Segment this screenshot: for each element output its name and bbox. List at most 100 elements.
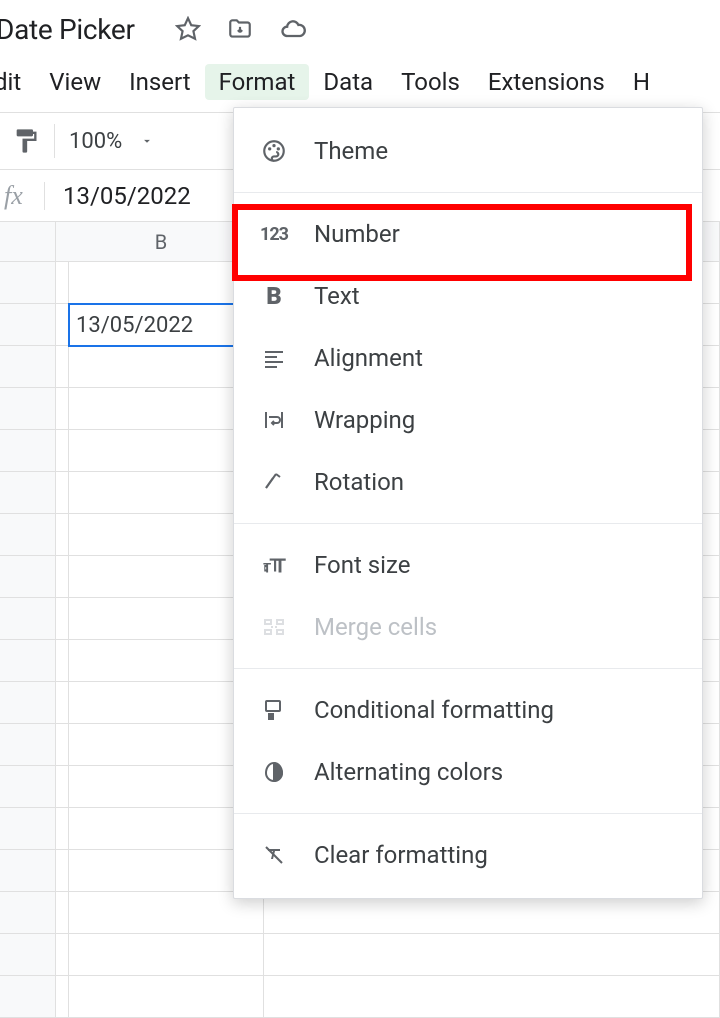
dropdown-divider <box>234 668 702 669</box>
formula-value[interactable]: 13/05/2022 <box>63 182 191 210</box>
dropdown-divider <box>234 523 702 524</box>
bold-icon: B <box>258 280 290 312</box>
format-font-size-label: Font size <box>314 551 410 579</box>
format-alternating-colors[interactable]: Alternating colors <box>234 741 702 803</box>
fx-separator <box>44 182 45 210</box>
format-dropdown: Theme 123 Number B Text Alignment Wrappi… <box>233 107 703 899</box>
row-header[interactable] <box>0 766 56 808</box>
cell[interactable] <box>56 766 69 808</box>
format-alignment-label: Alignment <box>314 344 423 372</box>
format-text-label: Text <box>314 282 360 310</box>
row-header[interactable] <box>0 598 56 640</box>
row-header[interactable] <box>0 724 56 766</box>
document-title[interactable]: Date Picker <box>0 13 135 46</box>
format-alignment[interactable]: Alignment <box>234 327 702 389</box>
column-header-a-partial[interactable] <box>56 222 64 262</box>
rotation-icon <box>258 466 290 498</box>
paint-format-icon[interactable] <box>12 127 40 155</box>
format-merge-cells-label: Merge cells <box>314 613 437 641</box>
cell[interactable] <box>56 892 69 934</box>
format-merge-cells: Merge cells <box>234 596 702 658</box>
cell[interactable] <box>56 850 69 892</box>
zoom-select[interactable]: 100% <box>69 129 154 154</box>
merge-cells-icon <box>258 611 290 643</box>
format-font-size[interactable]: TT Font size <box>234 534 702 596</box>
cell[interactable] <box>56 556 69 598</box>
star-icon[interactable] <box>175 16 201 42</box>
format-number[interactable]: 123 Number <box>234 203 702 265</box>
dropdown-divider <box>234 813 702 814</box>
row-header-2[interactable] <box>0 304 56 346</box>
font-size-icon: TT <box>258 549 290 581</box>
row-header[interactable] <box>0 556 56 598</box>
row-header[interactable] <box>0 346 56 388</box>
row-header[interactable] <box>0 430 56 472</box>
cell[interactable] <box>264 934 720 976</box>
title-icons <box>175 15 307 43</box>
number-icon: 123 <box>258 218 290 250</box>
cloud-status-icon[interactable] <box>279 15 307 43</box>
cell[interactable] <box>56 934 69 976</box>
column-header-b[interactable]: B <box>64 222 259 262</box>
row-header[interactable] <box>0 976 56 1018</box>
menu-view[interactable]: View <box>35 64 115 100</box>
cell[interactable] <box>69 934 264 976</box>
format-conditional-formatting[interactable]: Conditional formatting <box>234 679 702 741</box>
menu-data[interactable]: Data <box>309 64 387 100</box>
menu-insert[interactable]: Insert <box>115 64 204 100</box>
menu-format[interactable]: Format <box>205 64 310 100</box>
format-wrapping[interactable]: Wrapping <box>234 389 702 451</box>
row-header[interactable] <box>0 388 56 430</box>
menu-help[interactable]: H <box>619 64 650 100</box>
cell[interactable] <box>56 430 69 472</box>
cell[interactable] <box>56 682 69 724</box>
cell[interactable] <box>56 640 69 682</box>
row-header[interactable] <box>0 850 56 892</box>
row <box>0 976 720 1018</box>
cell[interactable] <box>56 976 69 1018</box>
alignment-icon <box>258 342 290 374</box>
row-header[interactable] <box>0 514 56 556</box>
format-alternating-colors-label: Alternating colors <box>314 758 503 786</box>
chevron-down-icon <box>140 134 154 148</box>
format-number-label: Number <box>314 220 400 248</box>
row-header[interactable] <box>0 934 56 976</box>
format-clear-formatting[interactable]: Clear formatting <box>234 824 702 886</box>
conditional-formatting-icon <box>258 694 290 726</box>
menu-tools[interactable]: Tools <box>387 64 474 100</box>
svg-text:T: T <box>274 555 286 578</box>
menu-edit[interactable]: dit <box>0 64 35 100</box>
cell[interactable] <box>56 724 69 766</box>
format-text[interactable]: B Text <box>234 265 702 327</box>
zoom-value: 100% <box>69 129 122 154</box>
menu-bar: dit View Insert Format Data Tools Extens… <box>0 50 720 112</box>
cell[interactable] <box>56 598 69 640</box>
format-theme[interactable]: Theme <box>234 120 702 182</box>
cell[interactable] <box>264 976 720 1018</box>
format-rotation[interactable]: Rotation <box>234 451 702 513</box>
cell[interactable] <box>69 976 264 1018</box>
theme-icon <box>258 135 290 167</box>
alternating-colors-icon <box>258 756 290 788</box>
wrapping-icon <box>258 404 290 436</box>
row-header-1[interactable] <box>0 262 56 304</box>
row-header[interactable] <box>0 472 56 514</box>
svg-text:T: T <box>263 562 271 577</box>
cell[interactable] <box>56 514 69 556</box>
menu-extensions[interactable]: Extensions <box>474 64 619 100</box>
cell[interactable] <box>56 388 69 430</box>
row-header[interactable] <box>0 682 56 724</box>
format-wrapping-label: Wrapping <box>314 406 415 434</box>
row-header[interactable] <box>0 640 56 682</box>
row-header[interactable] <box>0 892 56 934</box>
row-header[interactable] <box>0 808 56 850</box>
toolbar-separator <box>54 124 55 158</box>
cell[interactable] <box>56 346 69 388</box>
format-conditional-formatting-label: Conditional formatting <box>314 696 554 724</box>
move-icon[interactable] <box>227 16 253 42</box>
cell[interactable] <box>56 262 69 304</box>
select-all-corner[interactable] <box>0 222 56 262</box>
cell[interactable] <box>56 472 69 514</box>
clear-formatting-icon <box>258 839 290 871</box>
cell[interactable] <box>56 808 69 850</box>
